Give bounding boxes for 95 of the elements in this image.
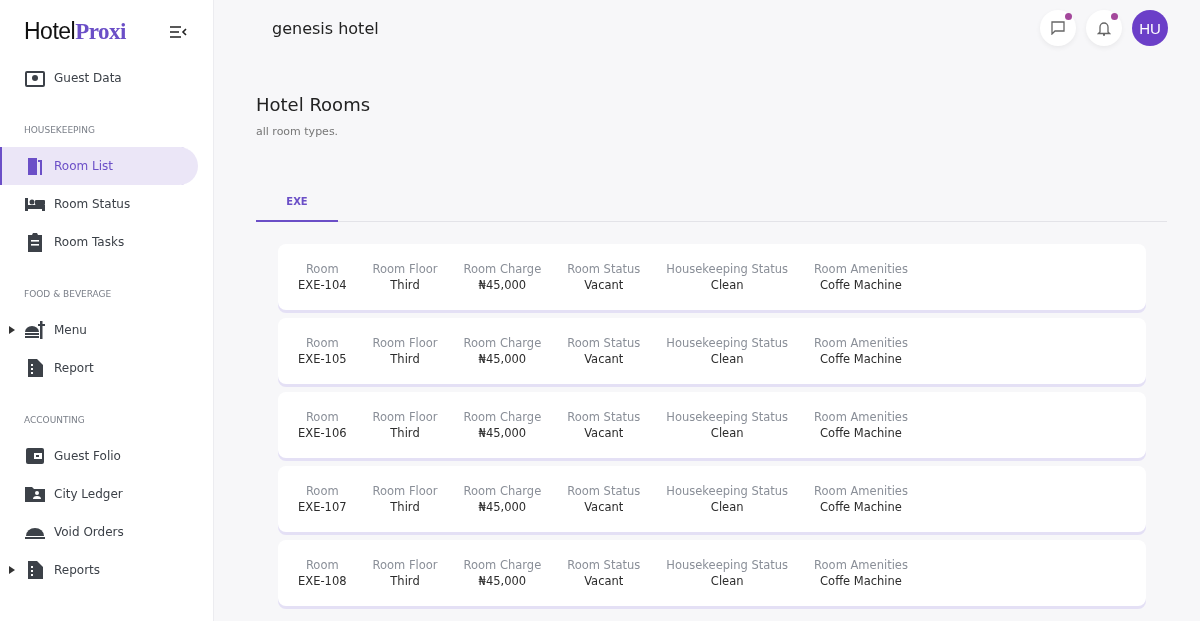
guest-icon	[24, 68, 46, 88]
field-label: Room Amenities	[814, 484, 908, 498]
field-value: Third	[390, 352, 420, 366]
sidebar-item[interactable]: City Ledger	[0, 475, 198, 513]
room-card[interactable]: Room EXE-106 Room Floor Third Room Charge ₦45,000 Room Status Vacant Housekeeping Status Clean Room Amenities Coffe Machine	[278, 392, 1146, 458]
field-value: Clean	[710, 278, 744, 292]
room-card[interactable]: Room EXE-104 Room Floor Third Room Charge ₦45,000 Room Status Vacant Housekeeping Status Clean Room Amenities Coffe Machine	[278, 244, 1146, 310]
field-label: Room Status	[567, 484, 641, 498]
field-label: Room Floor	[372, 484, 438, 498]
field-label: Housekeeping Status	[666, 410, 789, 424]
sidebar-item[interactable]: Room List	[0, 147, 198, 185]
field-value: Third	[390, 500, 420, 514]
field-label: Room Amenities	[814, 262, 908, 276]
field-value: Vacant	[584, 426, 624, 440]
room-card[interactable]: Room EXE-108 Room Floor Third Room Charge ₦45,000 Room Status Vacant Housekeeping Status Clean Room Amenities Coffe Machine	[278, 540, 1146, 606]
field-value: Third	[390, 574, 420, 588]
notifications-button[interactable]	[1086, 10, 1122, 46]
field-label: Housekeeping Status	[666, 484, 789, 498]
sidebar-item[interactable]: Room Status	[0, 185, 198, 223]
field-label: Room	[305, 262, 339, 276]
field-label: Housekeeping Status	[666, 262, 789, 276]
field-label: Room Floor	[372, 262, 438, 276]
sidebar-item[interactable]: Reports	[0, 551, 198, 589]
field-value: Coffe Machine	[820, 574, 902, 588]
chat-icon	[1051, 21, 1065, 35]
field-label: Room Floor	[372, 410, 438, 424]
logo: HotelProxi	[24, 18, 126, 45]
sidebar-item[interactable]: Guest Folio	[0, 437, 198, 475]
room-card[interactable]: Room EXE-105 Room Floor Third Room Charge ₦45,000 Room Status Vacant Housekeeping Status Clean Room Amenities Coffe Machine	[278, 318, 1146, 384]
wallet-icon	[24, 446, 46, 466]
tab[interactable]: EXE	[256, 182, 338, 222]
field-label: Room Amenities	[814, 336, 908, 350]
room-card[interactable]: Room EXE-107 Room Floor Third Room Charge ₦45,000 Room Status Vacant Housekeeping Status Clean Room Amenities Coffe Machine	[278, 466, 1146, 532]
field-value: Clean	[710, 500, 744, 514]
field-value: Third	[390, 426, 420, 440]
field-label: Room Amenities	[814, 410, 908, 424]
field-label: Room	[305, 484, 339, 498]
messages-button[interactable]	[1040, 10, 1076, 46]
field-label: Room	[305, 558, 339, 572]
field-value: EXE-107	[298, 500, 347, 514]
food-icon	[24, 320, 46, 340]
field-value: Vacant	[584, 574, 624, 588]
section-heading: FOOD & BEVERAGE	[23, 288, 113, 301]
field-label: Housekeeping Status	[666, 336, 789, 350]
field-value: Vacant	[584, 500, 624, 514]
field-label: Housekeeping Status	[666, 558, 789, 572]
field-label: Room Amenities	[814, 558, 908, 572]
hotel-name: genesis hotel	[272, 18, 379, 38]
folder-icon	[24, 484, 46, 504]
field-value: Coffe Machine	[820, 352, 902, 366]
field-value: Third	[390, 278, 420, 292]
field-value: EXE-104	[298, 278, 347, 292]
field-label: Room Charge	[463, 262, 542, 276]
section-heading: ACCOUNTING	[23, 414, 86, 427]
field-label: Room Charge	[463, 558, 542, 572]
field-value: Vacant	[584, 352, 624, 366]
field-label: Room Charge	[463, 336, 542, 350]
field-value: Coffe Machine	[820, 426, 902, 440]
sidebar-item[interactable]: Room Tasks	[0, 223, 198, 261]
field-label: Room Floor	[372, 558, 438, 572]
field-value: EXE-105	[298, 352, 347, 366]
field-value: ₦45,000	[478, 500, 527, 514]
sidebar-item[interactable]: Void Orders	[0, 513, 198, 551]
caret-icon	[9, 326, 15, 334]
field-label: Room Charge	[463, 410, 542, 424]
field-value: Clean	[710, 574, 744, 588]
field-label: Room Status	[567, 262, 641, 276]
field-label: Room Status	[567, 410, 641, 424]
field-value: Clean	[710, 426, 744, 440]
field-value: EXE-106	[298, 426, 347, 440]
caret-icon	[9, 566, 15, 574]
menu-icon[interactable]	[169, 24, 187, 39]
bell-icon	[1097, 20, 1111, 36]
section-heading: HOUSEKEEPING	[23, 124, 96, 137]
field-label: Room Charge	[463, 484, 542, 498]
field-value: ₦45,000	[478, 426, 527, 440]
sidebar-item[interactable]: Guest Data	[0, 59, 198, 97]
field-label: Room	[305, 336, 339, 350]
field-label: Room Status	[567, 558, 641, 572]
sidebar-item[interactable]: Report	[0, 349, 198, 387]
field-value: Clean	[710, 352, 744, 366]
field-value: ₦45,000	[478, 278, 527, 292]
field-label: Room	[305, 410, 339, 424]
field-value: EXE-108	[298, 574, 347, 588]
field-value: ₦45,000	[478, 352, 527, 366]
field-value: Coffe Machine	[820, 278, 902, 292]
field-value: ₦45,000	[478, 574, 527, 588]
user-avatar[interactable]: HU	[1132, 10, 1168, 46]
field-value: Coffe Machine	[820, 500, 902, 514]
page-title: Hotel Rooms	[256, 94, 372, 115]
page-subtitle: all room types.	[256, 125, 340, 138]
field-value: Vacant	[584, 278, 624, 292]
field-label: Room Floor	[372, 336, 438, 350]
sidebar-item[interactable]: Menu	[0, 311, 198, 349]
field-label: Room Status	[567, 336, 641, 350]
